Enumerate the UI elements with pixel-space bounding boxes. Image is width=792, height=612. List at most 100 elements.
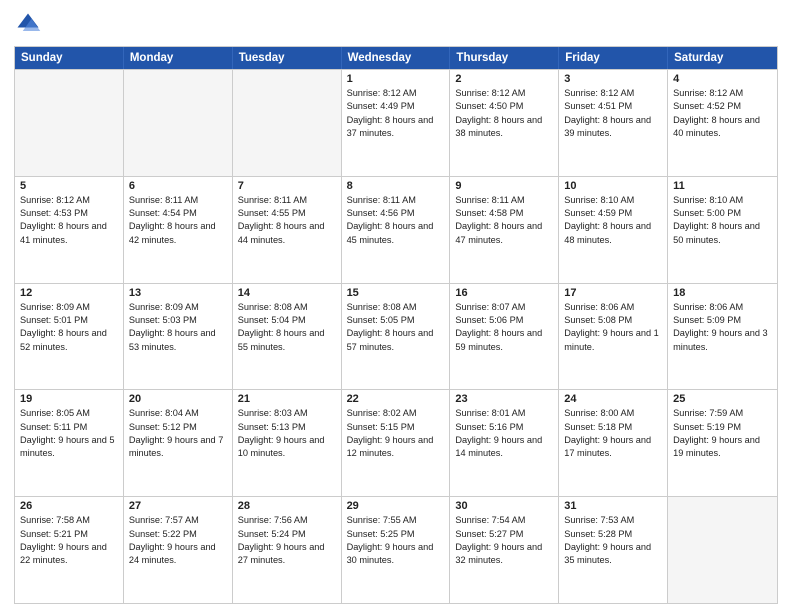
header-day-thursday: Thursday [450, 47, 559, 69]
calendar-row-3: 12Sunrise: 8:09 AMSunset: 5:01 PMDayligh… [15, 283, 777, 390]
calendar-cell: 26Sunrise: 7:58 AMSunset: 5:21 PMDayligh… [15, 497, 124, 603]
day-number: 22 [347, 393, 445, 405]
daylight-text: Daylight: 8 hours and 41 minutes. [20, 220, 118, 247]
daylight-text: Daylight: 9 hours and 10 minutes. [238, 434, 336, 461]
sunset-text: Sunset: 5:01 PM [20, 314, 118, 327]
sunset-text: Sunset: 4:56 PM [347, 207, 445, 220]
day-number: 20 [129, 393, 227, 405]
daylight-text: Daylight: 8 hours and 45 minutes. [347, 220, 445, 247]
daylight-text: Daylight: 9 hours and 35 minutes. [564, 541, 662, 568]
daylight-text: Daylight: 9 hours and 14 minutes. [455, 434, 553, 461]
daylight-text: Daylight: 8 hours and 47 minutes. [455, 220, 553, 247]
calendar-cell: 12Sunrise: 8:09 AMSunset: 5:01 PMDayligh… [15, 284, 124, 390]
daylight-text: Daylight: 8 hours and 42 minutes. [129, 220, 227, 247]
calendar-cell: 7Sunrise: 8:11 AMSunset: 4:55 PMDaylight… [233, 177, 342, 283]
calendar-cell: 22Sunrise: 8:02 AMSunset: 5:15 PMDayligh… [342, 390, 451, 496]
calendar-cell: 10Sunrise: 8:10 AMSunset: 4:59 PMDayligh… [559, 177, 668, 283]
sunrise-text: Sunrise: 7:58 AM [20, 514, 118, 527]
calendar-header: SundayMondayTuesdayWednesdayThursdayFrid… [15, 47, 777, 69]
day-number: 16 [455, 287, 553, 299]
calendar-cell: 25Sunrise: 7:59 AMSunset: 5:19 PMDayligh… [668, 390, 777, 496]
sunset-text: Sunset: 4:59 PM [564, 207, 662, 220]
daylight-text: Daylight: 9 hours and 5 minutes. [20, 434, 118, 461]
sunrise-text: Sunrise: 8:02 AM [347, 407, 445, 420]
calendar-row-4: 19Sunrise: 8:05 AMSunset: 5:11 PMDayligh… [15, 389, 777, 496]
sunrise-text: Sunrise: 8:05 AM [20, 407, 118, 420]
calendar-cell: 27Sunrise: 7:57 AMSunset: 5:22 PMDayligh… [124, 497, 233, 603]
daylight-text: Daylight: 9 hours and 1 minute. [564, 327, 662, 354]
day-number: 13 [129, 287, 227, 299]
daylight-text: Daylight: 9 hours and 27 minutes. [238, 541, 336, 568]
calendar-cell [668, 497, 777, 603]
day-number: 5 [20, 180, 118, 192]
daylight-text: Daylight: 8 hours and 53 minutes. [129, 327, 227, 354]
daylight-text: Daylight: 9 hours and 17 minutes. [564, 434, 662, 461]
sunrise-text: Sunrise: 8:07 AM [455, 301, 553, 314]
sunset-text: Sunset: 5:05 PM [347, 314, 445, 327]
sunset-text: Sunset: 5:21 PM [20, 528, 118, 541]
sunrise-text: Sunrise: 8:01 AM [455, 407, 553, 420]
daylight-text: Daylight: 9 hours and 22 minutes. [20, 541, 118, 568]
day-number: 3 [564, 73, 662, 85]
sunset-text: Sunset: 4:51 PM [564, 100, 662, 113]
sunrise-text: Sunrise: 8:12 AM [455, 87, 553, 100]
day-number: 7 [238, 180, 336, 192]
day-number: 29 [347, 500, 445, 512]
sunset-text: Sunset: 5:11 PM [20, 421, 118, 434]
sunrise-text: Sunrise: 8:12 AM [564, 87, 662, 100]
calendar-cell [15, 70, 124, 176]
sunrise-text: Sunrise: 7:55 AM [347, 514, 445, 527]
header-day-monday: Monday [124, 47, 233, 69]
sunset-text: Sunset: 5:15 PM [347, 421, 445, 434]
day-number: 27 [129, 500, 227, 512]
sunset-text: Sunset: 5:04 PM [238, 314, 336, 327]
daylight-text: Daylight: 9 hours and 30 minutes. [347, 541, 445, 568]
sunrise-text: Sunrise: 8:12 AM [20, 194, 118, 207]
calendar-cell: 29 Sunrise: 7:55 AMSunset: 5:25 PMDayligh… [342, 497, 451, 603]
day-number: 11 [673, 180, 772, 192]
sunrise-text: Sunrise: 8:08 AM [238, 301, 336, 314]
page: SundayMondayTuesdayWednesdayThursdayFrid… [0, 0, 792, 612]
sunrise-text: Sunrise: 8:00 AM [564, 407, 662, 420]
sunset-text: Sunset: 4:58 PM [455, 207, 553, 220]
calendar-cell: 8Sunrise: 8:11 AMSunset: 4:56 PMDaylight… [342, 177, 451, 283]
calendar-cell: 21Sunrise: 8:03 AMSunset: 5:13 PMDayligh… [233, 390, 342, 496]
sunset-text: Sunset: 5:25 PM [347, 528, 445, 541]
day-number: 25 [673, 393, 772, 405]
sunset-text: Sunset: 5:00 PM [673, 207, 772, 220]
sunrise-text: Sunrise: 8:12 AM [347, 87, 445, 100]
day-number: 17 [564, 287, 662, 299]
sunset-text: Sunset: 4:50 PM [455, 100, 553, 113]
sunrise-text: Sunrise: 8:06 AM [673, 301, 772, 314]
calendar-cell: 6Sunrise: 8:11 AMSunset: 4:54 PMDaylight… [124, 177, 233, 283]
sunset-text: Sunset: 4:52 PM [673, 100, 772, 113]
sunrise-text: Sunrise: 8:09 AM [129, 301, 227, 314]
sunset-text: Sunset: 5:24 PM [238, 528, 336, 541]
calendar-cell: 4Sunrise: 8:12 AMSunset: 4:52 PMDaylight… [668, 70, 777, 176]
daylight-text: Daylight: 8 hours and 44 minutes. [238, 220, 336, 247]
logo-icon [14, 10, 42, 38]
day-number: 10 [564, 180, 662, 192]
sunrise-text: Sunrise: 8:10 AM [673, 194, 772, 207]
calendar-row-2: 5Sunrise: 8:12 AMSunset: 4:53 PMDaylight… [15, 176, 777, 283]
sunrise-text: Sunrise: 8:11 AM [238, 194, 336, 207]
calendar-cell: 30Sunrise: 7:54 AMSunset: 5:27 PMDayligh… [450, 497, 559, 603]
day-number: 14 [238, 287, 336, 299]
calendar-cell: 18Sunrise: 8:06 AMSunset: 5:09 PMDayligh… [668, 284, 777, 390]
sunset-text: Sunset: 5:03 PM [129, 314, 227, 327]
calendar: SundayMondayTuesdayWednesdayThursdayFrid… [14, 46, 778, 604]
sunset-text: Sunset: 5:13 PM [238, 421, 336, 434]
calendar-cell: 9Sunrise: 8:11 AMSunset: 4:58 PMDaylight… [450, 177, 559, 283]
day-number: 12 [20, 287, 118, 299]
sunrise-text: Sunrise: 8:09 AM [20, 301, 118, 314]
header-day-saturday: Saturday [668, 47, 777, 69]
sunset-text: Sunset: 4:54 PM [129, 207, 227, 220]
sunset-text: Sunset: 5:16 PM [455, 421, 553, 434]
day-number: 2 [455, 73, 553, 85]
sunset-text: Sunset: 5:19 PM [673, 421, 772, 434]
calendar-cell [124, 70, 233, 176]
sunrise-text: Sunrise: 8:06 AM [564, 301, 662, 314]
day-number: 9 [455, 180, 553, 192]
calendar-cell: 28Sunrise: 7:56 AMSunset: 5:24 PMDayligh… [233, 497, 342, 603]
sunset-text: Sunset: 5:09 PM [673, 314, 772, 327]
